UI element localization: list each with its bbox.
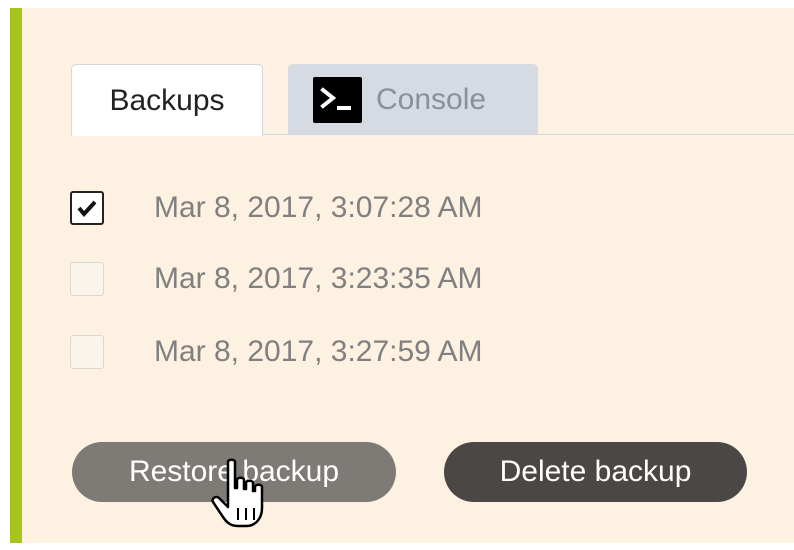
list-item: Mar 8, 2017, 3:23:35 AM — [70, 259, 483, 299]
delete-backup-label: Delete backup — [499, 455, 692, 488]
terminal-prompt-icon — [313, 76, 362, 123]
tab-backups[interactable]: Backups — [71, 64, 263, 136]
tab-console[interactable]: Console — [288, 64, 538, 135]
backup-timestamp: Mar 8, 2017, 3:07:28 AM — [154, 191, 483, 224]
backup-checkbox[interactable] — [70, 191, 104, 225]
tab-backups-label: Backups — [109, 83, 225, 117]
accent-bar — [10, 8, 22, 543]
backup-timestamp: Mar 8, 2017, 3:23:35 AM — [154, 262, 483, 295]
checkmark-icon — [77, 200, 97, 217]
backup-timestamp: Mar 8, 2017, 3:27:59 AM — [154, 335, 483, 368]
list-item: Mar 8, 2017, 3:07:28 AM — [70, 188, 483, 228]
tab-console-label: Console — [376, 82, 487, 116]
delete-backup-button[interactable]: Delete backup — [444, 442, 747, 502]
backup-checkbox[interactable] — [70, 335, 104, 369]
hand-pointer-icon — [211, 458, 264, 528]
list-item: Mar 8, 2017, 3:27:59 AM — [70, 332, 483, 372]
backup-checkbox[interactable] — [70, 262, 104, 296]
